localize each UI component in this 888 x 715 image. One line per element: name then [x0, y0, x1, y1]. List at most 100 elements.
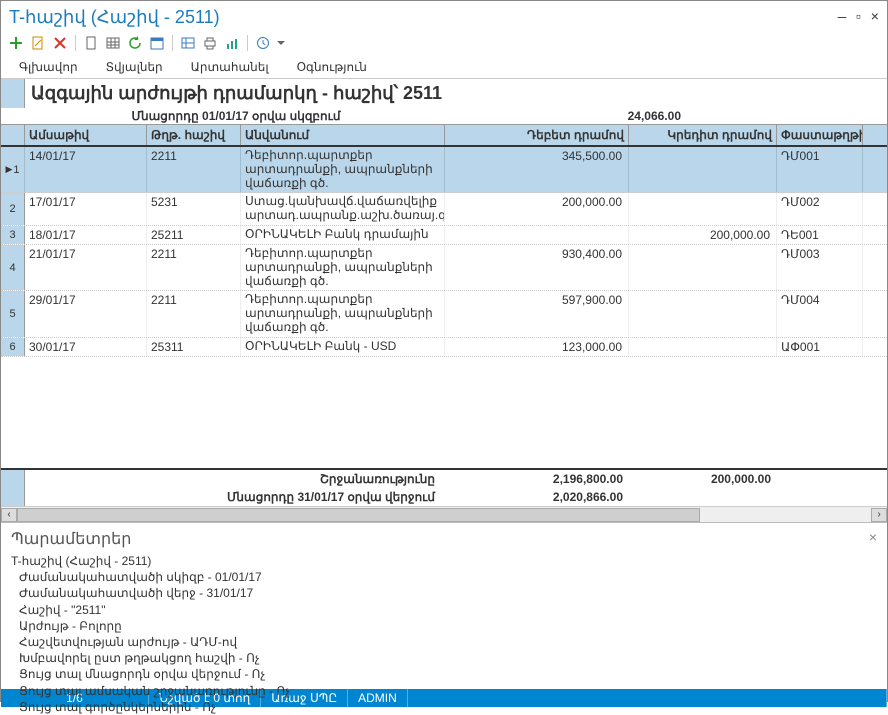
delete-button[interactable] [51, 34, 69, 52]
turnover-debit: 2,196,800.00 [445, 470, 629, 488]
table-row[interactable]: ▶114/01/172211Դեբիտոր.պարտքեր արտադրանքի… [1, 147, 887, 193]
closing-balance-label: Մնացորդը 31/01/17 օրվա վերջում [25, 488, 445, 506]
menu-help[interactable]: Օգնություն [297, 60, 367, 74]
cell-name: Դեբիտոր.պարտքեր արտադրանքի, ապրանքների վ… [241, 245, 445, 290]
table-row[interactable]: 630/01/1725311ՕՐԻՆԱԿԵԼԻ Բանկ - USD123,00… [1, 338, 887, 357]
cell-credit [629, 338, 777, 356]
chart-button[interactable] [223, 34, 241, 52]
menu-export[interactable]: Արտահանել [191, 60, 269, 74]
menubar: Գլխավոր Տվյալներ Արտահանել Օգնություն [1, 56, 887, 79]
report-title: Ազգային արժույթի դրամարկղ - հաշիվ՝ 2511 [31, 83, 881, 104]
row-number: ▶1 [1, 147, 25, 192]
cell-credit [629, 245, 777, 290]
table-row[interactable]: 318/01/1725211ՕՐԻՆԱԿԵԼԻ Բանկ դրամային 200… [1, 226, 887, 245]
cell-date: 14/01/17 [25, 147, 147, 192]
cell-date: 29/01/17 [25, 291, 147, 336]
row-number: 6 [1, 338, 25, 356]
parameter-line: Արժույթ - Բոլորը [11, 618, 877, 634]
cell-doc: ԱՓ001 [777, 338, 863, 356]
table-row[interactable]: 529/01/172211Դեբիտոր.պարտքեր արտադրանքի,… [1, 291, 887, 337]
parameter-line: Ժամանակահատվածի վերջ - 31/01/17 [11, 585, 877, 601]
cell-name: Ստաց.կանխավճ.վաճառվելիք արտադ.ապրանք.աշխ… [241, 193, 445, 225]
parameter-line: Ցույց տալ մնացորդն օրվա վերջում - Ոչ [11, 666, 877, 682]
cell-credit [629, 193, 777, 225]
window-title: T-հաշիվ (Հաշիվ - 2511) [9, 7, 220, 28]
parameter-line: Հաշիվ - "2511" [11, 602, 877, 618]
cell-date: 30/01/17 [25, 338, 147, 356]
report-body: Ազգային արժույթի դրամարկղ - հաշիվ՝ 2511 … [1, 79, 887, 523]
cell-date: 21/01/17 [25, 245, 147, 290]
minimize-icon[interactable]: — [838, 10, 846, 26]
horizontal-scrollbar[interactable]: ‹ › [1, 506, 887, 522]
row-number: 3 [1, 226, 25, 244]
cell-account: 25311 [147, 338, 241, 356]
cell-doc: ԴԵ001 [777, 226, 863, 244]
grid-button[interactable] [104, 34, 122, 52]
new-button[interactable] [7, 34, 25, 52]
opening-balance-label: Մնացորդը 01/01/17 օրվա սկզբում [31, 109, 441, 123]
parameter-line: Ցույց տալ ամսական շրջանառությունը - Ոչ [11, 683, 877, 699]
cell-credit: 200,000.00 [629, 226, 777, 244]
cell-debit: 930,400.00 [445, 245, 629, 290]
table-header: Ամսաթիվ Թղթ. հաշիվ Անվանում Դեբետ դրամով… [1, 124, 887, 147]
cell-debit: 200,000.00 [445, 193, 629, 225]
col-doc[interactable]: Փաստաթղթի N [777, 125, 863, 145]
parameter-line: T-հաշիվ (Հաշիվ - 2511) [11, 553, 877, 569]
cell-account: 5231 [147, 193, 241, 225]
close-icon[interactable]: × [871, 10, 879, 26]
closing-balance-value: 2,020,866.00 [445, 488, 629, 506]
cell-name: ՕՐԻՆԱԿԵԼԻ Բանկ դրամային [241, 226, 445, 244]
col-credit[interactable]: Կրեդիտ դրամով [629, 125, 777, 145]
table-button[interactable] [179, 34, 197, 52]
parameters-close-icon[interactable]: × [869, 529, 877, 545]
cell-date: 17/01/17 [25, 193, 147, 225]
turnover-credit: 200,000.00 [629, 470, 777, 488]
scroll-right-icon[interactable]: › [871, 508, 887, 522]
cell-credit [629, 147, 777, 192]
toolbar [1, 32, 887, 56]
cell-debit: 123,000.00 [445, 338, 629, 356]
menu-data[interactable]: Տվյալներ [106, 60, 163, 74]
cell-credit [629, 291, 777, 336]
cell-doc: ԴՄ004 [777, 291, 863, 336]
cell-account: 2211 [147, 147, 241, 192]
cell-debit: 597,900.00 [445, 291, 629, 336]
row-number: 2 [1, 193, 25, 225]
cell-doc: ԴՄ002 [777, 193, 863, 225]
col-name[interactable]: Անվանում [241, 125, 445, 145]
scroll-left-icon[interactable]: ‹ [1, 508, 17, 522]
cell-name: ՕՐԻՆԱԿԵԼԻ Բանկ - USD [241, 338, 445, 356]
cell-account: 2211 [147, 291, 241, 336]
cell-account: 2211 [147, 245, 241, 290]
parameters-panel: Պարամետրեր × T-հաշիվ (Հաշիվ - 2511)Ժաման… [1, 523, 887, 689]
dropdown-icon[interactable] [276, 34, 286, 52]
parameter-line: Ցույց տալ գործընկերներին - Ոչ [11, 699, 877, 715]
cell-doc: ԴՄ003 [777, 245, 863, 290]
calendar-button[interactable] [148, 34, 166, 52]
table-row[interactable]: 421/01/172211Դեբիտոր.պարտքեր արտադրանքի,… [1, 245, 887, 291]
col-date[interactable]: Ամսաթիվ [25, 125, 147, 145]
turnover-label: Շրջանառությունը [25, 470, 445, 488]
parameter-line: Խմբավորել ըստ թղթակցող հաշվի - Ոչ [11, 650, 877, 666]
row-number: 4 [1, 245, 25, 290]
cell-name: Դեբիտոր.պարտքեր արտադրանքի, ապրանքների վ… [241, 291, 445, 336]
col-account[interactable]: Թղթ. հաշիվ [147, 125, 241, 145]
opening-balance-value: 24,066.00 [441, 109, 701, 123]
cell-account: 25211 [147, 226, 241, 244]
menu-main[interactable]: Գլխավոր [19, 60, 78, 74]
maximize-icon[interactable]: ▫ [854, 10, 862, 26]
col-debit[interactable]: Դեբետ դրամով [445, 125, 629, 145]
cell-debit: 345,500.00 [445, 147, 629, 192]
print-button[interactable] [201, 34, 219, 52]
edit-button[interactable] [29, 34, 47, 52]
cell-date: 18/01/17 [25, 226, 147, 244]
table-row[interactable]: 217/01/175231Ստաց.կանխավճ.վաճառվելիք արտ… [1, 193, 887, 226]
doc-button[interactable] [82, 34, 100, 52]
history-button[interactable] [254, 34, 272, 52]
cell-name: Դեբիտոր.պարտքեր արտադրանքի, ապրանքների վ… [241, 147, 445, 192]
refresh-button[interactable] [126, 34, 144, 52]
cell-debit [445, 226, 629, 244]
row-number: 5 [1, 291, 25, 336]
cell-doc: ԴՄ001 [777, 147, 863, 192]
parameter-line: Հաշվետվության արժույթ - ԱԴՄ-ով [11, 634, 877, 650]
